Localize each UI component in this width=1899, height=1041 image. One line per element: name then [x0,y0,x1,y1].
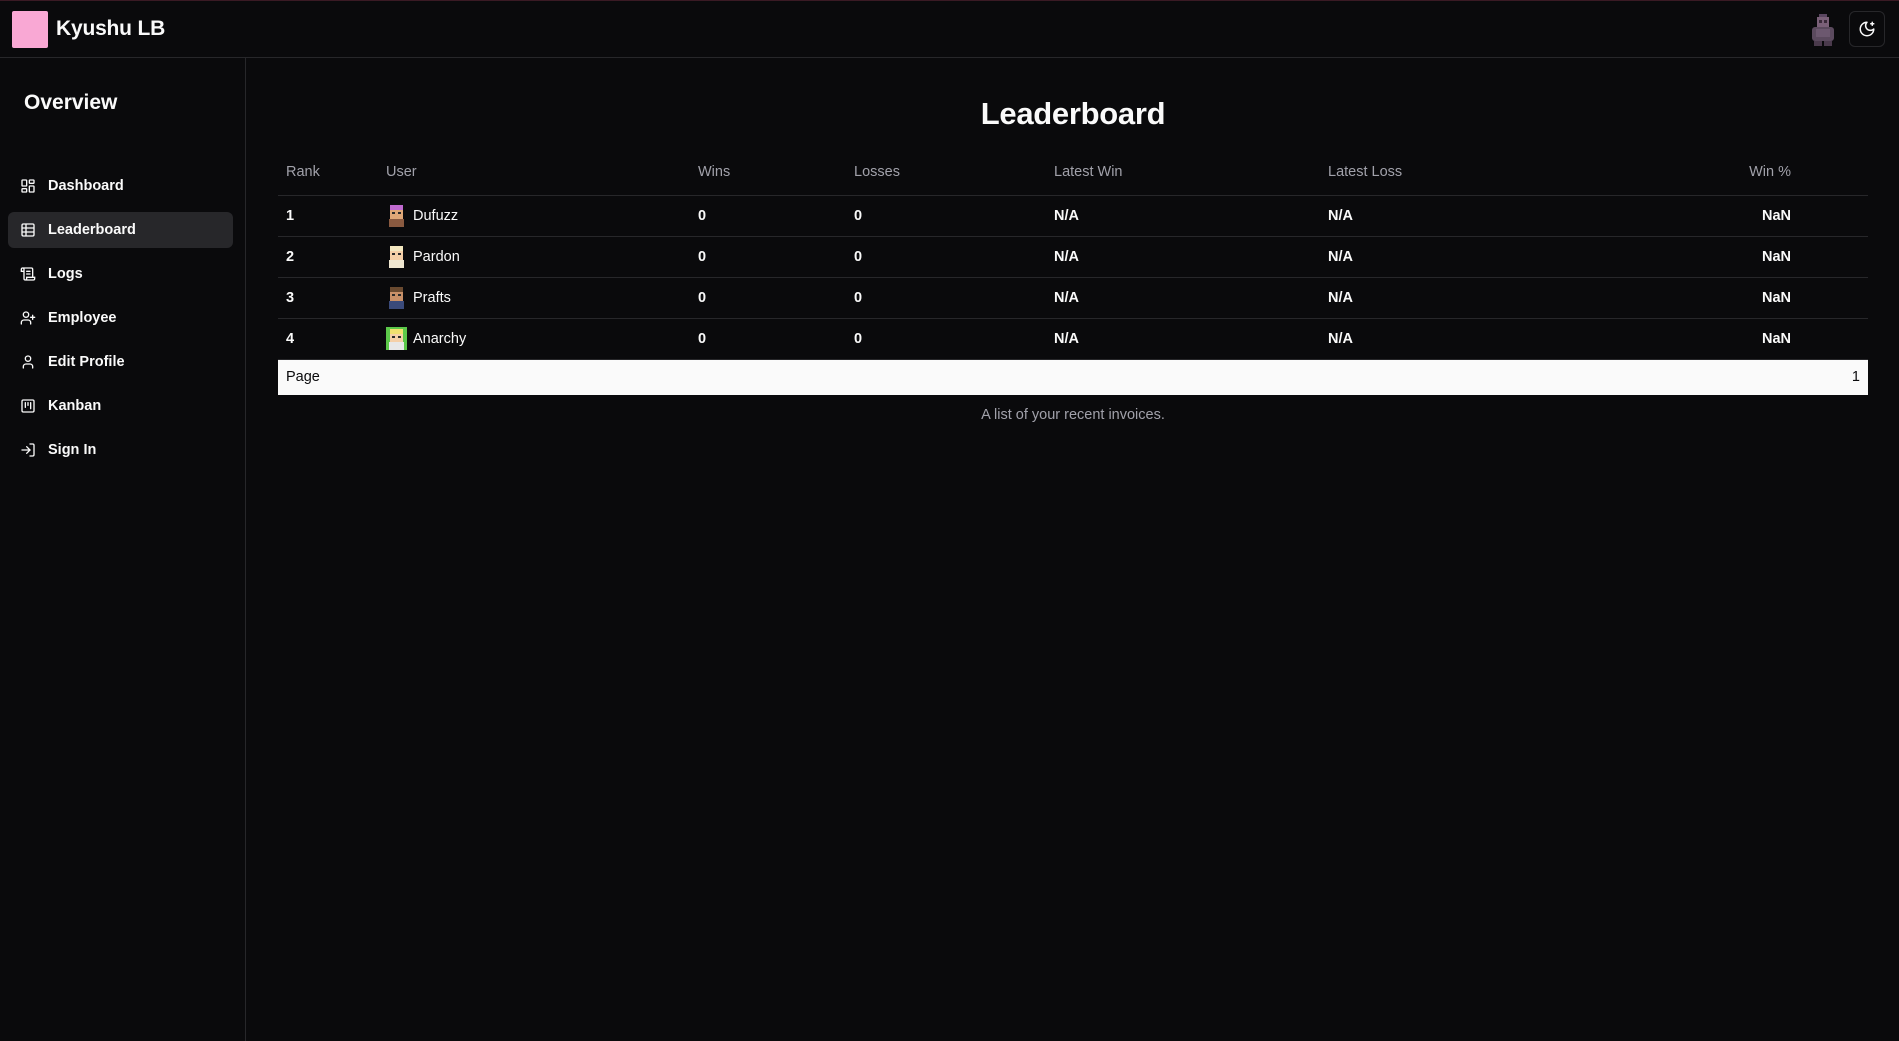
page-number[interactable]: 1 [1603,359,1868,395]
sidebar-item-label: Employee [48,310,117,326]
rank-cell: 4 [278,318,378,360]
rank-cell: 1 [278,195,378,237]
sidebar-item-label: Kanban [48,398,102,414]
latest-loss-cell: N/A [1320,318,1603,360]
sidebar-heading: Overview [24,91,118,114]
table-caption: A list of your recent invoices. [981,407,1165,423]
table-row[interactable]: 4 Anarchy 0 0 N/A N/A NaN [278,318,1868,360]
win-pct-cell: NaN [1603,318,1868,360]
rank-cell: 3 [278,277,378,319]
user-cell: Prafts [378,277,690,319]
theme-toggle-button[interactable] [1849,11,1885,47]
scroll-icon [20,266,36,282]
main-content: Leaderboard Rank User Wins Losses Latest… [247,58,1899,1041]
sidebar-item-label: Sign In [48,442,97,458]
user-avatar-icon[interactable] [1808,14,1838,46]
user-name[interactable]: Anarchy [413,331,466,347]
rank-cell: 2 [278,236,378,278]
user-name[interactable]: Pardon [413,249,460,265]
table-icon [20,222,36,238]
column-header-latest-loss[interactable]: Latest Loss [1320,150,1603,196]
user-cell: Anarchy [378,318,690,360]
latest-win-cell: N/A [1046,236,1320,278]
latest-win-cell: N/A [1046,195,1320,237]
leaderboard-table: Rank User Wins Losses Latest Win Latest … [278,150,1868,395]
sidebar-item-leaderboard[interactable]: Leaderboard [8,212,233,248]
latest-loss-cell: N/A [1320,195,1603,237]
user-plus-icon [20,310,36,326]
column-header-latest-win[interactable]: Latest Win [1046,150,1320,196]
sign-in-icon [20,442,36,458]
user-avatar-icon [386,204,407,227]
user-avatar-icon [386,327,407,350]
sidebar-item-kanban[interactable]: Kanban [8,388,233,424]
sidebar-item-label: Logs [48,266,83,282]
user-avatar-icon [386,245,407,268]
sidebar-item-logs[interactable]: Logs [8,256,233,292]
sidebar-item-dashboard[interactable]: Dashboard [8,168,233,204]
dashboard-icon [20,178,36,194]
latest-win-cell: N/A [1046,318,1320,360]
losses-cell: 0 [846,318,1046,360]
win-pct-cell: NaN [1603,236,1868,278]
table-row[interactable]: 2 Pardon 0 0 N/A N/A NaN [278,236,1868,278]
user-avatar-icon [386,286,407,309]
top-bar: Kyushu LB [0,0,1899,58]
table-header-row: Rank User Wins Losses Latest Win Latest … [278,150,1868,196]
user-cell: Dufuzz [378,195,690,237]
user-name[interactable]: Dufuzz [413,208,458,224]
losses-cell: 0 [846,195,1046,237]
latest-win-cell: N/A [1046,277,1320,319]
leaderboard-table-container: Rank User Wins Losses Latest Win Latest … [278,150,1868,395]
latest-loss-cell: N/A [1320,277,1603,319]
losses-cell: 0 [846,236,1046,278]
sidebar: Overview Dashboard Leaderboard Logs Empl… [0,58,246,1041]
table-row[interactable]: 1 Dufuzz 0 0 N/A N/A NaN [278,195,1868,237]
column-header-wins[interactable]: Wins [690,150,846,196]
app-title[interactable]: Kyushu LB [56,17,165,41]
wins-cell: 0 [690,277,846,319]
sidebar-item-edit-profile[interactable]: Edit Profile [8,344,233,380]
latest-loss-cell: N/A [1320,236,1603,278]
logo[interactable] [12,11,48,48]
sidebar-item-label: Edit Profile [48,354,125,370]
losses-cell: 0 [846,277,1046,319]
table-footer-row: Page 1 [278,359,1868,395]
column-header-rank[interactable]: Rank [278,150,378,196]
table-row[interactable]: 3 Prafts 0 0 N/A N/A NaN [278,277,1868,319]
win-pct-cell: NaN [1603,277,1868,319]
column-header-win-pct[interactable]: Win % [1603,150,1868,196]
page-title: Leaderboard [980,96,1166,131]
moon-sun-icon [1859,21,1875,37]
win-pct-cell: NaN [1603,195,1868,237]
kanban-icon [20,398,36,414]
sidebar-item-label: Leaderboard [48,222,136,238]
user-icon [20,354,36,370]
wins-cell: 0 [690,318,846,360]
sidebar-item-employee[interactable]: Employee [8,300,233,336]
user-name[interactable]: Prafts [413,290,451,306]
page-label: Page [278,359,1603,395]
sidebar-item-label: Dashboard [48,178,124,194]
column-header-losses[interactable]: Losses [846,150,1046,196]
column-header-user[interactable]: User [378,150,690,196]
sidebar-item-sign-in[interactable]: Sign In [8,432,233,468]
user-cell: Pardon [378,236,690,278]
sidebar-nav: Dashboard Leaderboard Logs Employee Edit… [8,168,233,476]
wins-cell: 0 [690,195,846,237]
wins-cell: 0 [690,236,846,278]
